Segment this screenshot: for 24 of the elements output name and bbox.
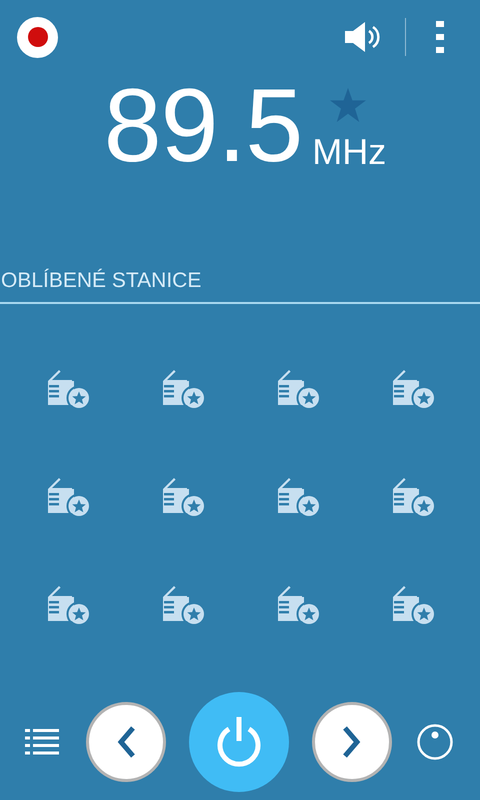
radio-star-icon[interactable] xyxy=(162,476,204,516)
frequency-value: 89.5 xyxy=(104,74,302,178)
frequency-unit: MHz xyxy=(312,132,386,172)
radio-star-icon[interactable] xyxy=(162,584,204,624)
radio-star-icon[interactable] xyxy=(276,368,318,408)
radio-star-icon[interactable] xyxy=(392,368,434,408)
list-icon[interactable] xyxy=(25,729,59,755)
radio-star-icon[interactable] xyxy=(276,584,318,624)
power-icon xyxy=(215,717,263,767)
star-icon[interactable] xyxy=(330,88,366,122)
radio-star-icon[interactable] xyxy=(46,368,88,408)
radio-star-icon[interactable] xyxy=(46,476,88,516)
radio-star-icon[interactable] xyxy=(276,476,318,516)
radio-star-icon[interactable] xyxy=(392,476,434,516)
record-button[interactable] xyxy=(17,16,58,58)
radio-star-icon[interactable] xyxy=(46,584,88,624)
record-dot-icon xyxy=(28,27,48,47)
radio-star-icon[interactable] xyxy=(392,584,434,624)
radio-star-icon[interactable] xyxy=(162,368,204,408)
dial-icon[interactable] xyxy=(417,724,453,760)
chevron-right-icon xyxy=(343,726,361,758)
section-title: OBLÍBENÉ STANICE xyxy=(0,268,202,294)
chevron-left-icon xyxy=(117,726,135,758)
menu-icon[interactable] xyxy=(436,21,444,53)
